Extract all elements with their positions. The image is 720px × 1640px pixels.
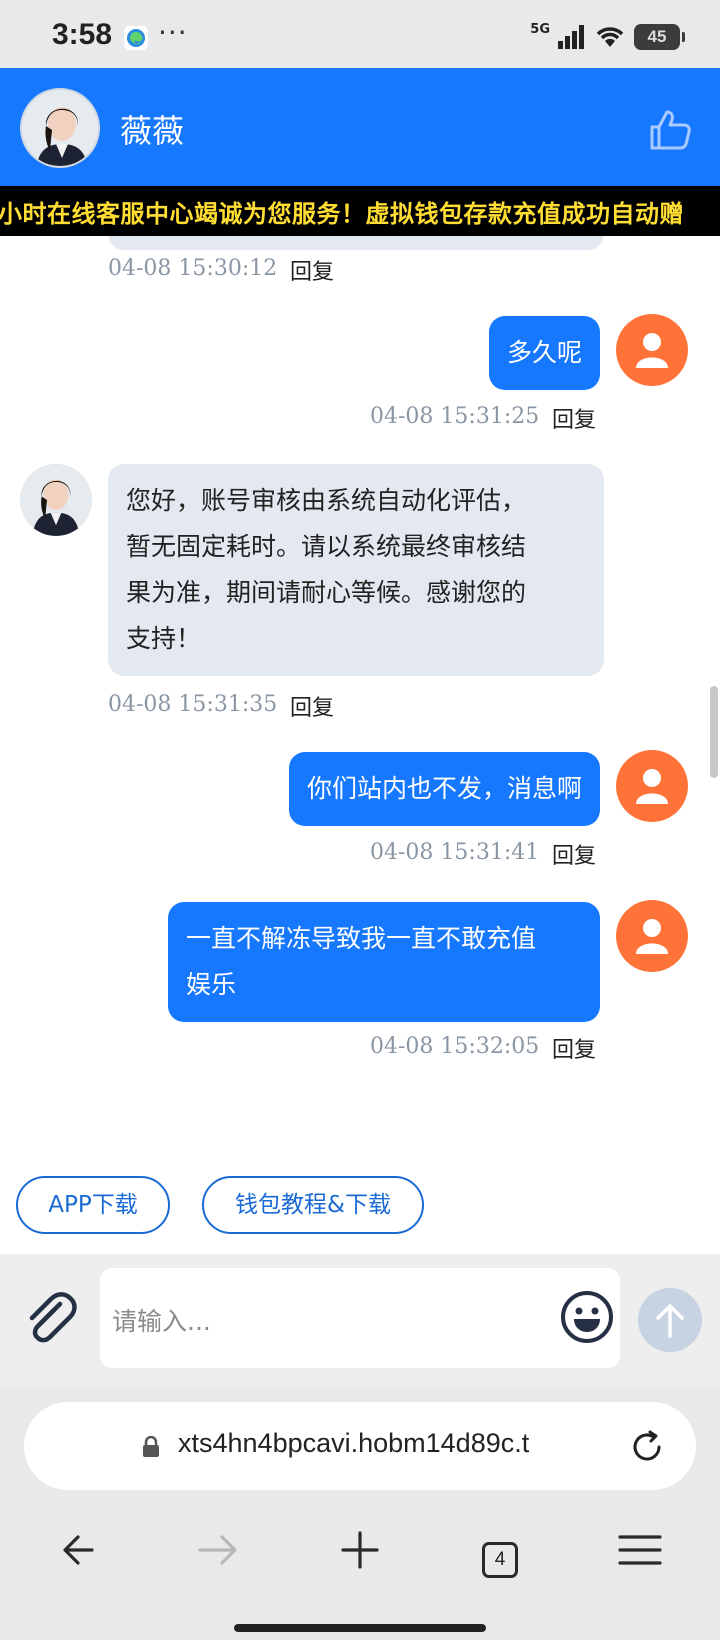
- user-icon: [636, 919, 668, 954]
- message-line: 您好，账号审核由系统自动化评估，: [126, 486, 527, 515]
- back-arrow-icon[interactable]: [52, 1520, 112, 1580]
- message-line: 果为准，期间请耐心等候。感谢您的: [126, 578, 527, 607]
- arrow-up-icon: [656, 1304, 684, 1338]
- reload-icon[interactable]: [628, 1428, 666, 1466]
- user-message-bubble: 多久呢: [488, 316, 600, 390]
- message-line: 暂无固定耗时。请以系统最终审核结: [126, 532, 527, 561]
- user-message-bubble: 一直不解冻导致我一直不敢充值 娱乐: [168, 902, 600, 1022]
- user-avatar: [616, 314, 688, 386]
- message-time: 04-08 15:30:12: [108, 256, 278, 281]
- message-line: 支持！: [126, 624, 202, 653]
- signal-icon: [558, 25, 584, 49]
- paperclip-icon[interactable]: [22, 1290, 78, 1346]
- status-time: 3:58: [52, 18, 113, 51]
- agent-avatar[interactable]: [20, 88, 100, 168]
- notification-more-icon: ···: [158, 16, 188, 49]
- send-button[interactable]: [638, 1288, 702, 1352]
- agent-message-bubble: [108, 236, 604, 250]
- user-avatar: [616, 750, 688, 822]
- reply-link[interactable]: 回复: [552, 838, 596, 870]
- status-bar: 3:58 ··· 5G 45: [0, 0, 720, 68]
- agent-name: 薇薇: [120, 112, 185, 150]
- reply-link[interactable]: 回复: [290, 690, 334, 722]
- home-indicator[interactable]: [234, 1624, 486, 1632]
- thumbs-up-icon[interactable]: [648, 108, 692, 152]
- message-input-bar: 请输入...: [0, 1254, 720, 1388]
- agent-avatar: [20, 464, 92, 536]
- announcement-marquee: 小时在线客服中心竭诚为您服务！虚拟钱包存款充值成功自动赠: [0, 186, 720, 236]
- chat-scrollbar[interactable]: [710, 686, 718, 778]
- message-time: 04-08 15:31:25: [370, 404, 540, 429]
- announcement-text: 小时在线客服中心竭诚为您服务！虚拟钱包存款充值成功自动赠: [0, 200, 684, 228]
- wifi-icon: [596, 27, 624, 47]
- app-download-button[interactable]: APP下载: [16, 1176, 170, 1234]
- message-line: 娱乐: [186, 970, 237, 999]
- menu-icon[interactable]: [610, 1520, 670, 1580]
- user-avatar: [616, 900, 688, 972]
- network-type: 5G: [530, 21, 550, 37]
- forward-arrow-icon[interactable]: [190, 1520, 250, 1580]
- quick-actions: APP下载 钱包教程&下载: [0, 1154, 720, 1254]
- user-icon: [636, 333, 668, 368]
- tabs-count-button[interactable]: 4: [482, 1542, 518, 1578]
- message-time: 04-08 15:32:05: [370, 1034, 540, 1059]
- message-input-placeholder: 请输入...: [112, 1307, 211, 1336]
- battery-icon: 45: [634, 24, 685, 50]
- wallet-tutorial-button[interactable]: 钱包教程&下载: [202, 1176, 424, 1234]
- agent-message-bubble: 您好，账号审核由系统自动化评估， 暂无固定耗时。请以系统最终审核结 果为准，期间…: [108, 464, 604, 676]
- message-line: 一直不解冻导致我一直不敢充值: [186, 924, 537, 953]
- browser-toolbar: xts4hn4bpcavi.hobm14d89c.t 4: [0, 1388, 720, 1640]
- user-message-bubble: 你们站内也不发，消息啊: [288, 752, 600, 826]
- message-input[interactable]: 请输入...: [100, 1268, 620, 1368]
- address-bar[interactable]: xts4hn4bpcavi.hobm14d89c.t: [24, 1402, 696, 1490]
- reply-link[interactable]: 回复: [290, 254, 334, 286]
- lock-icon: [143, 1436, 159, 1457]
- chat-header: 薇薇: [0, 68, 720, 186]
- message-time: 04-08 15:31:35: [108, 692, 278, 717]
- emoji-icon[interactable]: [560, 1290, 614, 1344]
- message-time: 04-08 15:31:41: [370, 840, 540, 865]
- edge-browser-icon: [124, 26, 148, 50]
- user-icon: [636, 769, 668, 804]
- reply-link[interactable]: 回复: [552, 402, 596, 434]
- url-text: xts4hn4bpcavi.hobm14d89c.t: [178, 1428, 530, 1458]
- chat-messages[interactable]: 04-08 15:30:12 回复 多久呢 04-08 15:31:25 回复 …: [0, 236, 720, 1154]
- reply-link[interactable]: 回复: [552, 1032, 596, 1064]
- new-tab-plus-icon[interactable]: [330, 1520, 390, 1580]
- status-right-group: 5G 45: [530, 21, 685, 52]
